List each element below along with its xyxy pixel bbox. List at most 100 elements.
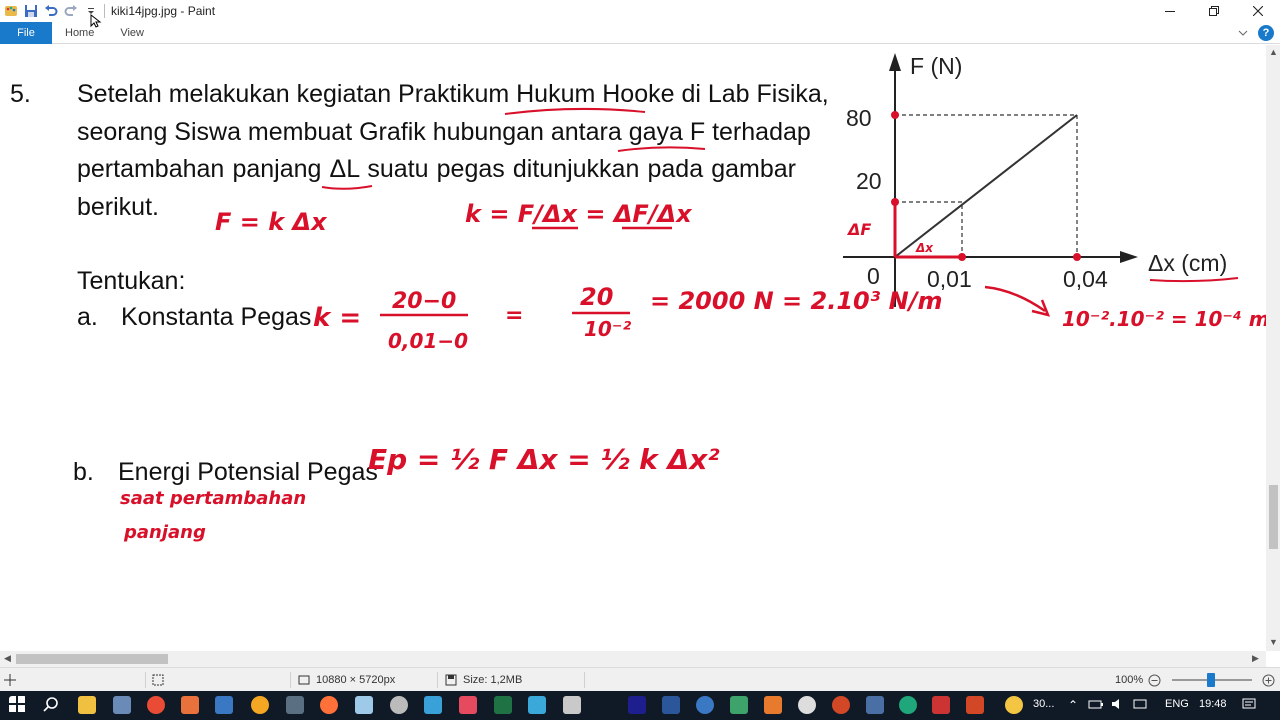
k-result-note: = 2000 N = 2.10³ N/m [650, 287, 943, 315]
force-extension-line [894, 114, 1078, 258]
windows-start-icon[interactable] [9, 696, 27, 714]
restore-icon[interactable] [1192, 0, 1236, 22]
windows-taskbar: 30... ⌃ ENG 19:48 [0, 691, 1280, 720]
chrome-icon[interactable] [147, 696, 165, 714]
image-dimensions: 10880 × 5720px [298, 668, 395, 692]
minimize-icon[interactable] [1148, 0, 1192, 22]
delta-f-label: ΔF [848, 220, 872, 239]
disk-icon [445, 674, 457, 686]
vertical-scrollbar[interactable]: ▲ ▼ [1266, 45, 1280, 651]
help-icon[interactable]: ? [1258, 25, 1274, 41]
vertical-scroll-thumb[interactable] [1269, 485, 1278, 549]
notifications-icon[interactable] [1241, 696, 1259, 714]
close-icon[interactable] [1236, 0, 1280, 22]
cursor-position-icon [4, 668, 16, 692]
ep-formula-note: Ep = ½ F Δx = ½ k Δx² [368, 443, 720, 476]
expand-ribbon-icon[interactable] [1238, 24, 1248, 42]
selection-size-icon [152, 668, 164, 692]
paint-taskbar-icon[interactable] [113, 696, 131, 714]
weather-icon [1005, 696, 1023, 714]
x-tick-004: 0,04 [1063, 266, 1108, 292]
underline-hukum-hooke [504, 107, 646, 115]
calculator-icon[interactable] [286, 696, 304, 714]
language-indicator[interactable]: ENG [1165, 698, 1189, 710]
dimensions-icon [298, 675, 310, 685]
conversion-arrow [984, 285, 1046, 313]
horizontal-scrollbar[interactable]: ◀ ▶ [0, 651, 1266, 667]
app-icon-13[interactable] [798, 696, 816, 714]
search-icon[interactable] [42, 696, 60, 714]
paint-window: kiki14jpg.jpg - Paint File Home View ? 5… [0, 0, 1280, 720]
ribbon-tabs: File Home View ? [0, 21, 1280, 44]
app-icon-4[interactable] [355, 696, 373, 714]
app-icon-1[interactable] [181, 696, 199, 714]
tab-file[interactable]: File [0, 21, 52, 44]
firefox-icon[interactable] [320, 696, 338, 714]
network-icon[interactable] [1132, 696, 1150, 714]
photoshop-icon[interactable] [628, 696, 646, 714]
excel-icon[interactable] [494, 696, 512, 714]
hooke-law-note: F = k Δx [215, 208, 327, 236]
save-icon[interactable] [22, 2, 40, 20]
redo-icon[interactable] [62, 2, 80, 20]
file-size: Size: 1,2MB [445, 668, 522, 692]
title-separator [104, 4, 105, 18]
zoom-slider[interactable] [1207, 673, 1215, 687]
battery-icon[interactable] [1088, 696, 1106, 714]
app-icon-11[interactable] [730, 696, 748, 714]
note-line-2: panjang [124, 522, 206, 543]
file-explorer-icon[interactable] [78, 696, 96, 714]
ribbon-right-controls: ? [1238, 24, 1274, 42]
underline-x-axis [1149, 277, 1239, 283]
app-icon-5[interactable] [390, 696, 408, 714]
k-numerator-note: 20−0 [392, 289, 457, 314]
scroll-up-icon[interactable]: ▲ [1269, 47, 1278, 57]
app-icon-14[interactable] [832, 696, 850, 714]
k-symbol-note: k = [313, 303, 362, 333]
scroll-down-icon[interactable]: ▼ [1269, 637, 1278, 647]
x-axis-arrow [1120, 251, 1138, 263]
image-content: 5. Setelah melakukan kegiatan Praktikum … [0, 45, 1266, 651]
y-tick-20: 20 [856, 168, 882, 194]
app-icon-3[interactable] [251, 696, 269, 714]
app-icon-9[interactable] [563, 696, 581, 714]
scroll-right-icon[interactable]: ▶ [1252, 653, 1259, 664]
y-axis-arrow [889, 53, 901, 71]
app-icon-7[interactable] [459, 696, 477, 714]
scroll-left-icon[interactable]: ◀ [4, 653, 11, 664]
app-icon-16[interactable] [932, 696, 950, 714]
note-line-1: saat pertambahan [120, 488, 307, 509]
window-controls [1148, 0, 1280, 22]
y-axis-label: F (N) [910, 53, 963, 79]
delta-x-label: Δx [916, 241, 934, 255]
tab-view[interactable]: View [107, 22, 157, 44]
show-hidden-icons-icon[interactable]: ⌃ [1068, 698, 1078, 712]
conversion-note: 10⁻².10⁻² = 10⁻⁴ m [1062, 307, 1266, 331]
app-icon-6[interactable] [424, 696, 442, 714]
zoom-in-icon[interactable] [1262, 668, 1275, 692]
app-icon-15[interactable] [866, 696, 884, 714]
app-icon-2[interactable] [215, 696, 233, 714]
edge-icon[interactable] [899, 696, 917, 714]
powerpoint-icon[interactable] [966, 696, 984, 714]
status-bar: 10880 × 5720px Size: 1,2MB 100% [0, 667, 1280, 691]
underline-delta-l [321, 185, 373, 190]
horizontal-scroll-thumb[interactable] [16, 654, 168, 664]
volume-icon[interactable] [1110, 696, 1128, 714]
word-icon[interactable] [662, 696, 680, 714]
k-denominator-note: 0,01−0 [388, 329, 469, 353]
drawing-canvas[interactable]: 5. Setelah melakukan kegiatan Praktikum … [0, 45, 1266, 651]
app-icon-10[interactable] [696, 696, 714, 714]
zoom-out-icon[interactable] [1148, 668, 1161, 692]
step2-numerator-note: 20 [580, 283, 614, 311]
clock[interactable]: 19:48 [1199, 698, 1227, 710]
underline-gaya-f [617, 146, 706, 152]
app-icon-8[interactable] [528, 696, 546, 714]
step2-denominator-note: 10⁻² [584, 317, 632, 341]
zoom-level: 100% [1115, 674, 1144, 686]
paint-app-icon [2, 2, 20, 20]
weather-temp[interactable]: 30... [1033, 698, 1054, 710]
y-tick-80: 80 [846, 105, 872, 131]
undo-icon[interactable] [42, 2, 60, 20]
app-icon-12[interactable] [764, 696, 782, 714]
